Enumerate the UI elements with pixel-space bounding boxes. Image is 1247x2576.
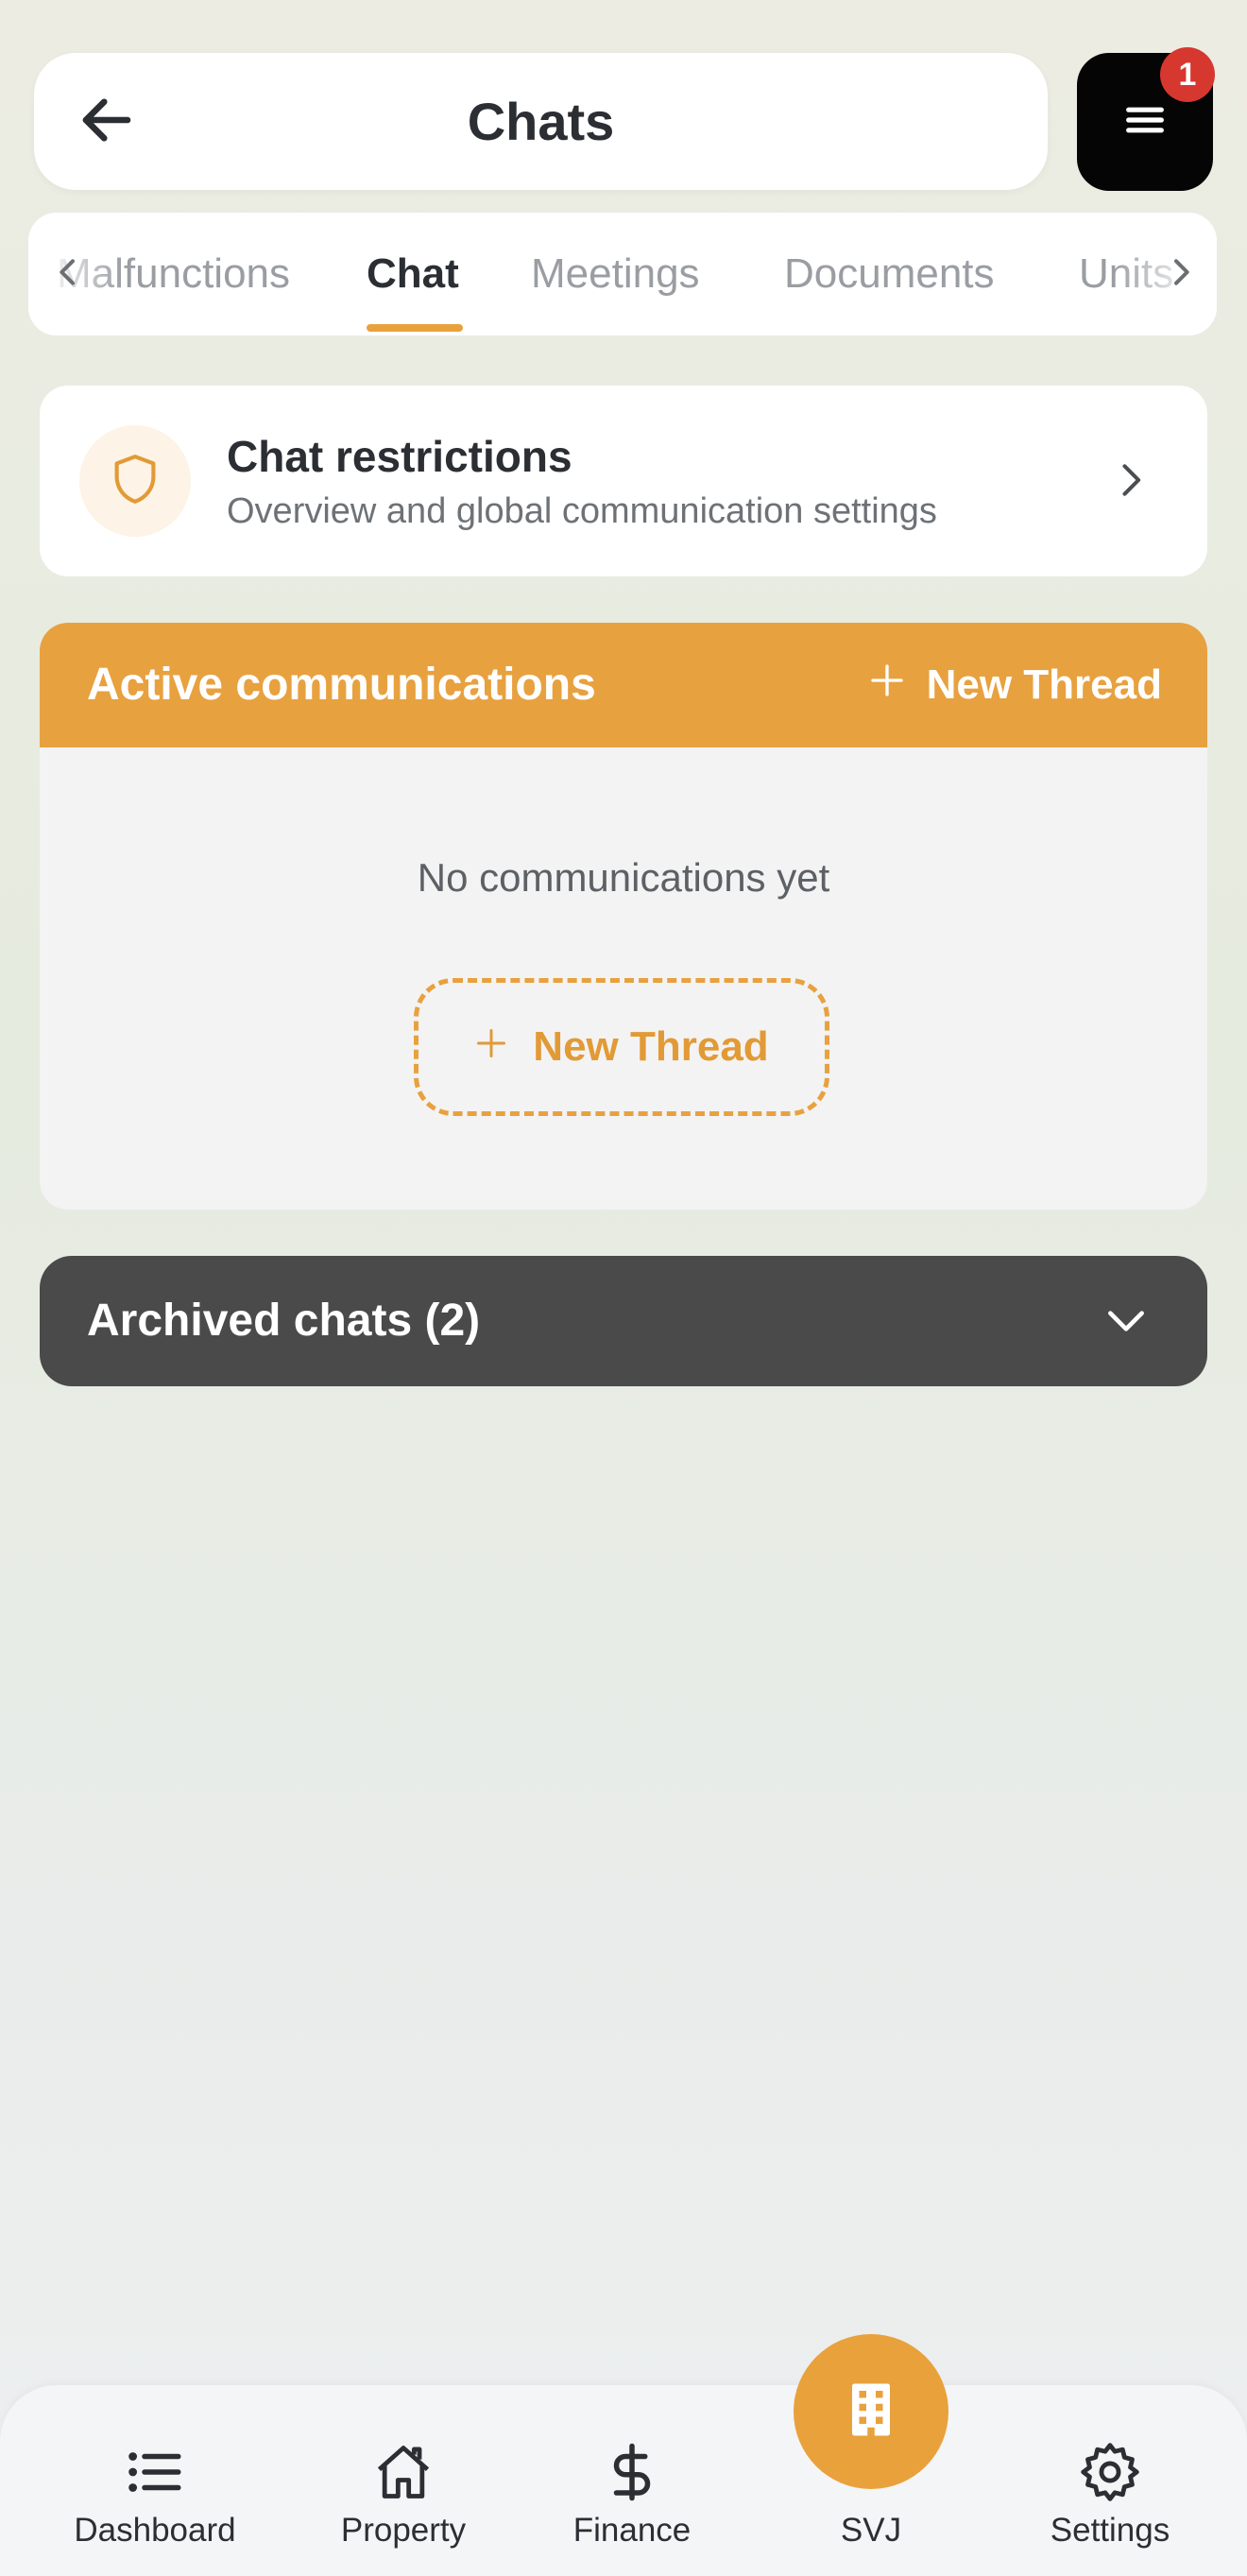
new-thread-button-label: New Thread (533, 1023, 769, 1070)
archived-chats-title: Archived chats (2) (87, 1296, 481, 1346)
header-bar: Chats (34, 53, 1048, 190)
shield-icon-wrap (79, 425, 191, 537)
active-communications-section: Active communications New Thread No comm… (40, 623, 1207, 1210)
house-icon (366, 2434, 441, 2510)
nav-property-label: Property (340, 2512, 467, 2549)
chat-restrictions-title: Chat restrictions (227, 432, 572, 481)
nav-property[interactable]: Property (309, 2413, 498, 2555)
chat-restrictions-subtitle: Overview and global communication settin… (227, 491, 937, 531)
empty-state-text: No communications yet (417, 855, 830, 900)
notification-badge: 1 (1160, 47, 1215, 102)
new-thread-button[interactable]: New Thread (414, 978, 829, 1116)
page-title: Chats (467, 92, 615, 151)
chevron-left-icon (49, 253, 87, 296)
chevron-down-icon (1098, 1293, 1154, 1349)
active-communications-header: Active communications New Thread (40, 623, 1207, 747)
nav-svj-label: SVJ (840, 2512, 902, 2549)
chevron-right-icon (1102, 452, 1158, 508)
active-communications-title: Active communications (87, 660, 596, 710)
nav-dashboard[interactable]: Dashboard (60, 2413, 249, 2555)
tab-meetings[interactable]: Meetings (531, 213, 700, 335)
nav-settings-label: Settings (1050, 2512, 1170, 2549)
bottom-navigation: Dashboard Property Finance SVJ Settings (0, 2385, 1247, 2576)
nav-dashboard-label: Dashboard (74, 2512, 236, 2549)
nav-settings[interactable]: Settings (1016, 2413, 1204, 2555)
tabs-scroll-right[interactable] (1153, 246, 1209, 302)
active-tab-indicator (367, 324, 463, 332)
back-button[interactable] (72, 87, 142, 157)
dollar-icon (594, 2434, 670, 2510)
section-tabs: Malfunctions Chat Meetings Documents Uni… (28, 213, 1217, 335)
list-icon (117, 2434, 193, 2510)
gear-icon (1072, 2434, 1148, 2510)
tab-documents[interactable]: Documents (784, 213, 995, 335)
building-icon (846, 2381, 896, 2443)
nav-finance-label: Finance (572, 2512, 692, 2549)
shield-icon (106, 450, 164, 513)
hamburger-menu-icon (1120, 95, 1170, 149)
archived-chats-toggle[interactable]: Archived chats (2) (40, 1256, 1207, 1386)
plus-icon (868, 661, 906, 710)
tab-chat[interactable]: Chat (367, 213, 459, 335)
nav-finance[interactable]: Finance (538, 2413, 726, 2555)
plus-icon (474, 1023, 508, 1071)
tabs-scroll-left[interactable] (40, 246, 96, 302)
chat-restrictions-card[interactable]: Chat restrictions Overview and global co… (40, 386, 1207, 576)
chevron-right-icon (1162, 253, 1200, 296)
new-thread-header-button[interactable]: New Thread (868, 623, 1162, 747)
arrow-left-icon (76, 89, 138, 156)
new-thread-header-label: New Thread (926, 661, 1162, 708)
svj-button[interactable] (794, 2334, 948, 2489)
